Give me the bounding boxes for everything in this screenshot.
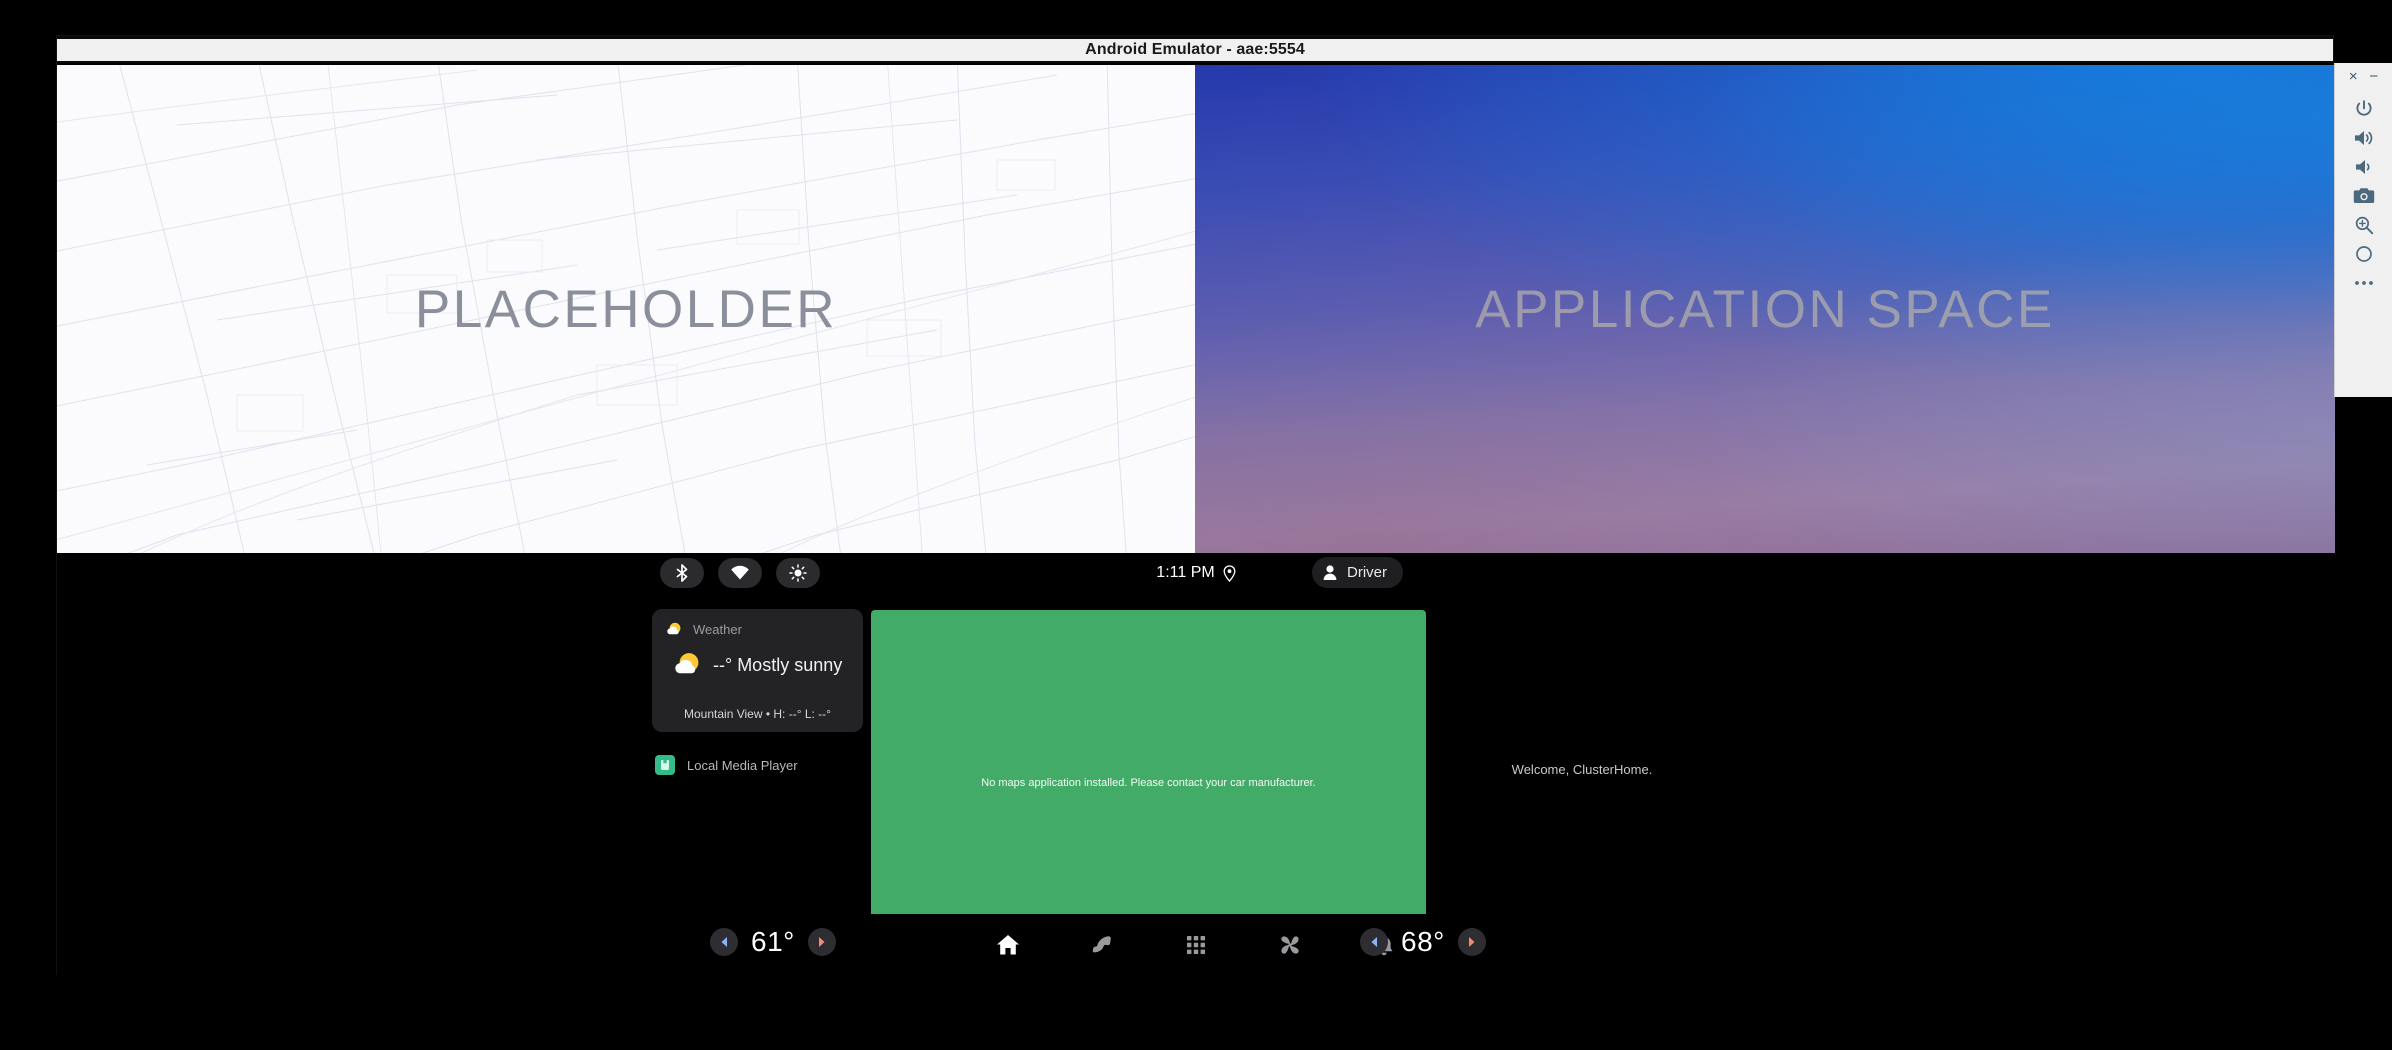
circle-icon [2355,245,2372,262]
weather-card[interactable]: Weather --° Mostly sunny Mountain View •… [652,609,863,732]
application-space-label: APPLICATION SPACE [1475,279,2055,339]
apps-grid-icon [1187,936,1205,954]
phone-icon [1092,936,1111,953]
map-placeholder-label: PLACEHOLDER [414,279,838,339]
user-profile-chip[interactable]: Driver [1312,557,1403,588]
passenger-temp-decrease-button[interactable] [1360,928,1388,956]
power-icon [2356,99,2371,116]
status-bar-clock-group: 1:11 PM [57,553,2335,593]
window-title-bar[interactable]: Android Emulator - aae:5554 [57,36,2333,63]
passenger-temp-value: 68° [1401,926,1445,957]
volume-down-button[interactable] [2335,152,2392,181]
zoom-button[interactable] [2335,210,2392,239]
more-button[interactable] [2335,268,2392,297]
device-screen[interactable]: PLACEHOLDER APPLICATION SPACE 1:11 PM Dr… [57,65,2335,976]
navigation-icon-group [57,914,2335,976]
partly-sunny-icon [675,653,699,674]
home-icon [997,935,1019,955]
more-horizontal-icon [2354,280,2373,285]
power-button[interactable] [2335,94,2392,123]
weather-condition: --° Mostly sunny [713,654,843,675]
emulator-window-controls: × − [2335,63,2392,89]
media-app-icon [655,755,675,775]
person-icon [1323,565,1337,580]
window-title: Android Emulator - aae:5554 [1085,41,1305,58]
nav-apps-button[interactable] [1179,928,1213,962]
volume-up-button[interactable] [2335,123,2392,152]
nav-home-button[interactable] [991,928,1025,962]
weather-location-highlow: Mountain View • H: --° L: --° [684,707,831,721]
weather-card-title: Weather [693,622,742,637]
screenshot-button[interactable] [2335,181,2392,210]
application-space-panel[interactable]: APPLICATION SPACE [1195,65,2335,553]
top-display-region: PLACEHOLDER APPLICATION SPACE [57,65,2335,553]
user-profile-label: Driver [1347,564,1387,581]
nav-climate-button[interactable] [1273,928,1307,962]
maps-unavailable-message: No maps application installed. Please co… [981,776,1316,789]
cluster-welcome-message: Welcome, ClusterHome. [1511,762,1653,777]
clock-label: 1:11 PM [1156,564,1215,581]
passenger-temp-increase-button[interactable] [1457,928,1486,956]
zoom-in-icon [2355,216,2373,234]
chevron-left-icon [1371,937,1377,947]
fan-icon [1281,936,1299,954]
map-placeholder-panel[interactable]: PLACEHOLDER [57,65,1195,553]
minimize-icon[interactable]: − [2369,69,2378,84]
nav-dialer-button[interactable] [1085,928,1119,962]
location-pin-icon [1223,564,1236,582]
volume-up-icon [2354,130,2372,145]
camera-icon [2353,188,2374,203]
media-player-row[interactable]: Local Media Player [655,755,798,775]
chevron-right-icon [1469,937,1475,947]
media-player-label: Local Media Player [687,757,798,773]
emulator-window: Android Emulator - aae:5554 PLACEHOLDER … [56,35,2335,976]
partly-sunny-icon [667,622,681,635]
weather-card-header: Weather [666,621,849,638]
passenger-temperature-control: 68° [1360,926,1486,958]
close-icon[interactable]: × [2349,69,2358,84]
rotate-button[interactable] [2335,239,2392,268]
weather-card-body: --° Mostly sunny [666,650,849,680]
emulator-side-toolbar: × − [2334,63,2392,397]
volume-down-icon [2355,159,2370,174]
status-bar: 1:11 PM Driver [57,553,2335,593]
bottom-navigation-bar: 61° 68° [57,914,2335,976]
